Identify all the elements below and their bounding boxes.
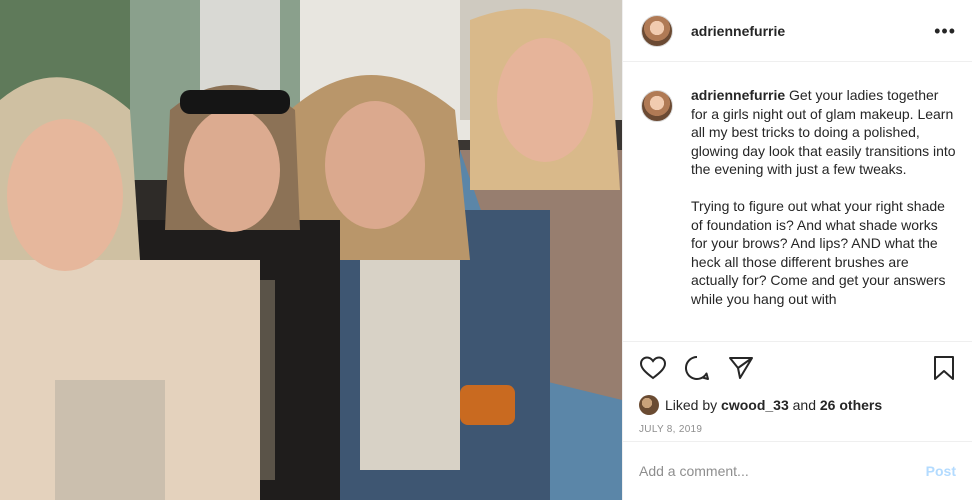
likes-conjunction: and — [792, 397, 816, 413]
post-header: adriennefurrie ••• — [623, 0, 972, 62]
instagram-post: adriennefurrie ••• adriennefurrie Get yo… — [0, 0, 972, 500]
caption-author-avatar[interactable] — [641, 90, 673, 122]
paper-plane-icon[interactable] — [727, 354, 755, 382]
caption-username[interactable]: adriennefurrie — [691, 87, 785, 103]
likes-prefix: Liked by — [665, 397, 718, 413]
photo-illustration — [0, 0, 622, 500]
likes-others[interactable]: 26 others — [820, 397, 882, 413]
liker-username[interactable]: cwood_33 — [721, 397, 789, 413]
post-date[interactable]: JULY 8, 2019 — [623, 416, 972, 442]
comment-bubble-icon[interactable] — [683, 354, 711, 382]
post-photo[interactable] — [0, 0, 622, 500]
post-comment-button[interactable]: Post — [926, 463, 956, 479]
likes-summary: Liked by cwood_33 and 26 others — [623, 394, 972, 416]
bookmark-icon[interactable] — [930, 354, 958, 382]
author-username[interactable]: adriennefurrie — [691, 23, 785, 39]
action-bar — [623, 342, 972, 394]
liker-avatar[interactable] — [639, 395, 659, 415]
comment-input[interactable] — [639, 463, 926, 479]
caption-body: Get your ladies together for a girls nig… — [691, 87, 956, 307]
post-side-panel: adriennefurrie ••• adriennefurrie Get yo… — [622, 0, 972, 500]
author-avatar[interactable] — [641, 14, 673, 47]
heart-icon[interactable] — [639, 354, 667, 382]
add-comment-bar: Post — [623, 442, 972, 500]
more-options-icon[interactable]: ••• — [934, 22, 956, 40]
caption: adriennefurrie Get your ladies together … — [691, 86, 956, 341]
caption-section: adriennefurrie Get your ladies together … — [623, 62, 972, 342]
